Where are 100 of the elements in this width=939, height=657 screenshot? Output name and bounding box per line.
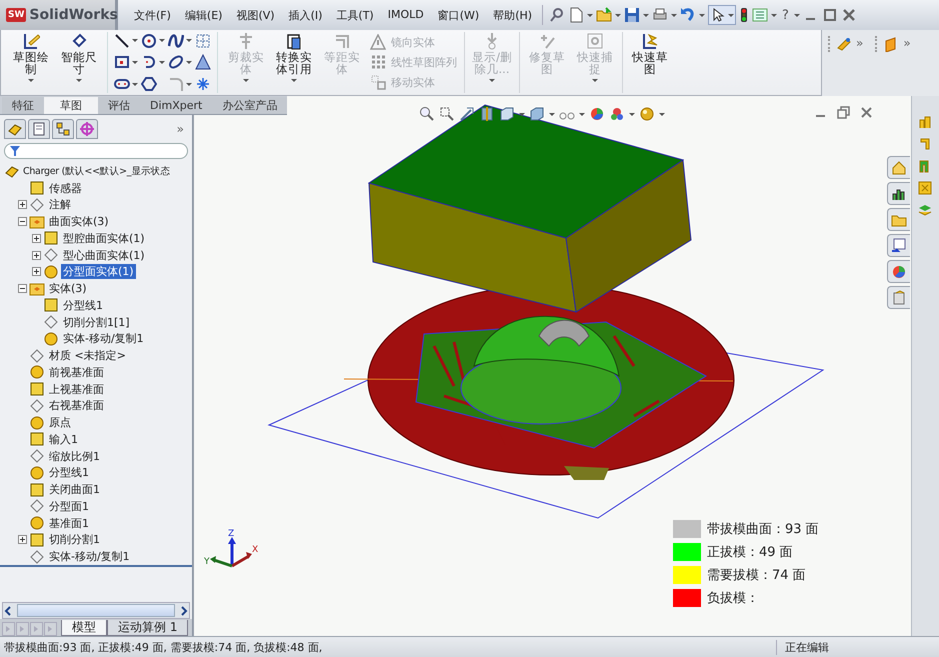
tree-item[interactable]: 切削分割1 [47, 532, 102, 548]
panel-tab[interactable] [4, 119, 26, 139]
point-icon[interactable] [195, 76, 211, 92]
collapse-toggle[interactable] [18, 217, 27, 226]
menu-item[interactable]: 帮助(H) [493, 8, 532, 22]
tree-item[interactable]: Charger (默认<<默认>_显示状态 [22, 164, 170, 178]
tree-item[interactable]: 材质 <未指定> [47, 348, 128, 364]
menu-item[interactable]: 插入(I) [288, 8, 322, 22]
arc-icon[interactable] [141, 54, 157, 70]
collapse-toggle[interactable] [18, 284, 27, 294]
rectangle-icon[interactable] [114, 54, 130, 70]
tree-item[interactable]: 曲面实体(3) [47, 214, 111, 230]
caret-icon[interactable] [579, 112, 585, 116]
tree-item[interactable]: 分型面1 [47, 498, 91, 514]
tree-item[interactable]: 传感器 [47, 180, 84, 196]
tree-item[interactable]: 基准面1 [47, 516, 91, 531]
caret-icon[interactable] [159, 60, 165, 64]
new-document-icon[interactable] [568, 7, 584, 23]
tree-item[interactable]: 切削分割1[1] [61, 314, 132, 330]
menu-item[interactable]: 视图(V) [236, 8, 275, 22]
tree-item[interactable]: 分型线1 [61, 298, 105, 313]
previous-view-icon[interactable] [459, 106, 475, 122]
tree-item[interactable]: 实体-移动/复制1 [47, 549, 132, 564]
open-folder-icon[interactable] [596, 7, 612, 23]
more-button[interactable]: » [856, 36, 864, 50]
maximize-icon[interactable] [822, 7, 838, 23]
tree-item[interactable]: 型心曲面实体(1) [61, 248, 147, 263]
expand-toggle[interactable] [32, 234, 41, 243]
panel-tab[interactable] [52, 119, 74, 139]
tree-item[interactable]: 缩放比例1 [47, 448, 102, 464]
caret-icon[interactable] [186, 39, 192, 42]
triangle-icon[interactable] [195, 54, 211, 70]
layers-icon[interactable] [917, 202, 934, 218]
task-pane-tab[interactable] [887, 234, 910, 257]
expand-toggle[interactable] [32, 250, 41, 260]
caret-icon[interactable] [186, 60, 192, 64]
tree-item[interactable]: 分型面实体(1) [61, 264, 136, 280]
menu-item[interactable]: 工具(T) [336, 8, 374, 22]
expand-toggle[interactable] [32, 267, 41, 276]
line-icon[interactable] [114, 32, 130, 49]
tab[interactable]: 评估 [98, 97, 140, 114]
tree-item[interactable]: 上视基准面 [47, 382, 106, 397]
zoom-to-fit-icon[interactable] [419, 106, 435, 122]
zoom-area-icon[interactable] [439, 106, 455, 122]
caret-icon[interactable] [28, 79, 34, 82]
close-icon[interactable] [840, 7, 857, 23]
caret-icon[interactable] [132, 82, 138, 86]
menu-item[interactable]: 编辑(E) [184, 8, 222, 22]
tab[interactable]: 特征 [2, 97, 44, 114]
tree-item[interactable]: 输入1 [47, 432, 80, 447]
tab[interactable]: 草图 [44, 97, 98, 114]
caret-icon[interactable] [659, 112, 665, 116]
caret-icon[interactable] [186, 82, 192, 86]
caret-icon[interactable] [549, 112, 555, 116]
menu-item[interactable]: 窗口(W) [438, 8, 480, 22]
restore-icon[interactable] [837, 106, 850, 119]
tree-item[interactable]: 关闭曲面1 [47, 482, 102, 498]
caret-icon[interactable] [159, 39, 165, 42]
ribbon-button[interactable]: 转换实体引用 [270, 32, 318, 93]
save-icon[interactable] [624, 7, 640, 23]
polygon-icon[interactable] [141, 76, 157, 92]
close-icon[interactable] [860, 106, 873, 119]
help-button[interactable]: ? [782, 8, 789, 22]
select-button[interactable] [708, 5, 736, 25]
tree-item[interactable]: 实体-移动/复制1 [61, 331, 146, 346]
more-button[interactable]: » [176, 122, 184, 136]
caret-icon[interactable] [643, 14, 650, 16]
display-style-icon[interactable] [529, 106, 545, 122]
pattern-icon[interactable] [917, 180, 934, 196]
sphere-icon[interactable] [639, 106, 655, 122]
caret-icon[interactable] [76, 79, 82, 82]
caret-icon[interactable] [671, 14, 678, 16]
view-orientation-icon[interactable] [499, 106, 515, 122]
appearance-icon[interactable] [589, 106, 605, 122]
tab[interactable]: DimXpert [140, 97, 212, 114]
tree-item[interactable]: 分型线1 [47, 465, 91, 480]
horizontal-scrollbar[interactable] [2, 602, 190, 619]
panel-tab[interactable] [76, 119, 98, 139]
scene-icon[interactable] [609, 106, 625, 122]
tree-item[interactable]: 实体(3) [47, 281, 89, 296]
caret-icon[interactable] [132, 39, 138, 42]
tree-item[interactable]: 原点 [47, 415, 73, 430]
caret-icon[interactable] [587, 14, 594, 16]
caret-icon[interactable] [291, 79, 297, 82]
ribbon-button[interactable]: 智能尺寸 [55, 32, 103, 93]
curve-icon[interactable] [168, 32, 184, 49]
filter-field[interactable] [4, 143, 188, 159]
undo-icon[interactable] [680, 7, 696, 23]
ribbon-button[interactable]: 草图绘制 [7, 32, 55, 93]
section-view-icon[interactable] [479, 106, 495, 122]
ribbon-button[interactable]: 快速草图 [626, 32, 674, 93]
tree-item[interactable]: 前视基准面 [47, 364, 106, 380]
tree-item[interactable]: 右视基准面 [47, 398, 106, 414]
options-list-icon[interactable] [752, 7, 768, 23]
caret-icon[interactable] [699, 14, 706, 16]
grid-icon[interactable] [195, 32, 211, 49]
more-button[interactable]: » [903, 36, 911, 50]
traffic-light-icon[interactable] [739, 7, 750, 23]
caret-icon[interactable] [132, 60, 138, 64]
caret-icon[interactable] [615, 14, 622, 16]
